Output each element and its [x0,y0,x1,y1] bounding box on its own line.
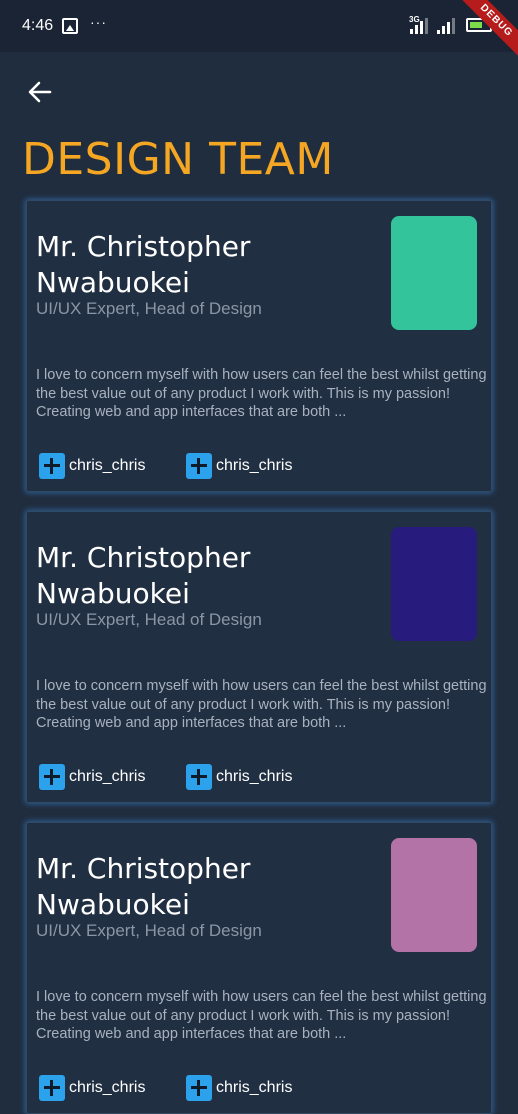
social-link[interactable]: chris_chris [186,764,292,790]
member-bio: I love to concern myself with how users … [36,989,487,1042]
plus-icon [39,764,65,790]
social-link[interactable]: chris_chris [39,764,145,790]
social-link[interactable]: chris_chris [39,1075,145,1101]
team-member-card[interactable]: Mr. Christopher Nwabuokei UI/UX Expert, … [26,822,492,1114]
status-time: 4:46 [22,17,54,34]
member-role: UI/UX Expert, Head of Design [36,299,262,318]
page-title: DESIGN TEAM [22,134,334,185]
member-role: UI/UX Expert, Head of Design [36,610,262,629]
member-avatar [391,838,477,952]
plus-icon [186,764,212,790]
signal-strength-icon [410,18,432,34]
social-link-label: chris_chris [69,768,146,785]
member-avatar [391,216,477,330]
plus-icon [39,453,65,479]
status-bar: 4:46 ··· 3G [0,0,518,52]
member-bio: I love to concern myself with how users … [36,678,487,731]
more-notifications-icon: ··· [90,14,107,30]
member-name: Mr. Christopher Nwabuokei [36,230,251,299]
social-link-label: chris_chris [216,1079,293,1096]
team-member-card[interactable]: Mr. Christopher Nwabuokei UI/UX Expert, … [26,200,492,492]
member-name: Mr. Christopher Nwabuokei [36,541,251,610]
social-link[interactable]: chris_chris [39,453,145,479]
member-avatar [391,527,477,641]
social-link[interactable]: chris_chris [186,453,292,479]
social-link-label: chris_chris [216,457,293,474]
team-member-card[interactable]: Mr. Christopher Nwabuokei UI/UX Expert, … [26,511,492,803]
signal-strength-icon-2 [437,18,459,34]
plus-icon [39,1075,65,1101]
member-bio: I love to concern myself with how users … [36,367,487,420]
back-button[interactable] [26,78,54,106]
member-role: UI/UX Expert, Head of Design [36,921,262,940]
social-link-label: chris_chris [216,768,293,785]
plus-icon [186,1075,212,1101]
plus-icon [186,453,212,479]
social-link[interactable]: chris_chris [186,1075,292,1101]
arrow-left-icon [28,81,52,103]
member-name: Mr. Christopher Nwabuokei [36,852,251,921]
social-link-label: chris_chris [69,1079,146,1096]
gallery-notification-icon [62,18,78,34]
social-link-label: chris_chris [69,457,146,474]
